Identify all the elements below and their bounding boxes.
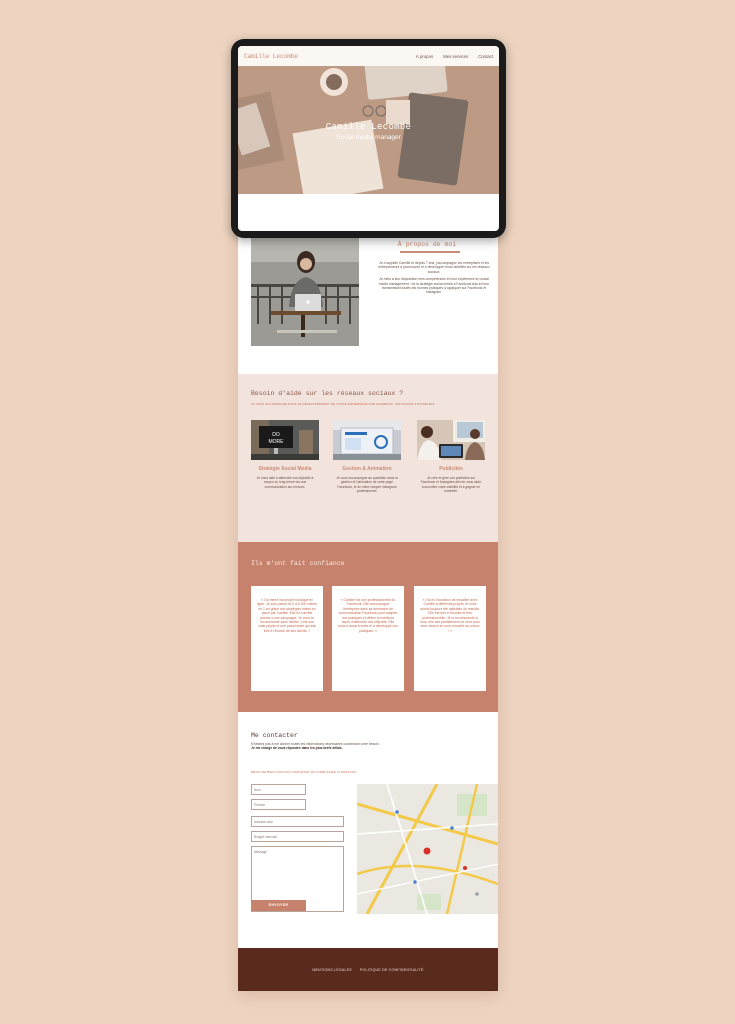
hero-subtitle: Social media manager bbox=[336, 134, 401, 141]
about-title-underline bbox=[400, 251, 460, 253]
service-card: Gestion & Animation Je vous accompagne a… bbox=[333, 420, 401, 494]
testimonials-title: Ils m'ont fait confiance bbox=[251, 560, 345, 567]
hero-title: Camille Lecombe bbox=[325, 122, 412, 132]
testimonials-section: Ils m'ont fait confiance « J'ai mené ma … bbox=[238, 542, 498, 712]
service-desc: Je vous accompagne au quotidien dans la … bbox=[336, 476, 398, 494]
service-desc: Je vous aide à atteindre vos objectifs à… bbox=[256, 476, 314, 489]
services-title: Besoin d'aide sur les réseaux sociaux ? bbox=[251, 390, 404, 397]
budget-field[interactable]: Budget mensuel bbox=[251, 831, 344, 842]
svg-text:DO: DO bbox=[272, 432, 280, 438]
service-name: Stratégie Social Media bbox=[258, 466, 312, 472]
services-section: Besoin d'aide sur les réseaux sociaux ? … bbox=[238, 374, 498, 542]
service-name: Gestion & Animation bbox=[342, 466, 392, 472]
testimonial-text: « J'ai mené ma propre boutique en ligne.… bbox=[257, 598, 317, 633]
footer-link-legal[interactable]: MENTIONS LÉGALES bbox=[312, 968, 352, 972]
hero-banner: Camille Lecombe Social media manager bbox=[238, 66, 499, 194]
nom-field[interactable]: Nom bbox=[251, 784, 306, 795]
service-image-management bbox=[333, 420, 401, 460]
about-paragraph: Je mets à leur disposition mes compétenc… bbox=[378, 277, 490, 295]
tablet-screen: Camille Lecombe À propos Mes services Co… bbox=[238, 46, 499, 231]
contact-title: Me contacter bbox=[251, 732, 298, 739]
service-image-strategy: DO MORE bbox=[251, 420, 319, 460]
service-desc: Je crée et gère vos publicités sur Faceb… bbox=[420, 476, 482, 494]
site-footer: MENTIONS LÉGALES POLITIQUE DE CONFIDENTI… bbox=[238, 948, 498, 991]
nav-link-contact[interactable]: Contact bbox=[478, 54, 493, 59]
prenom-field[interactable]: Prénom bbox=[251, 799, 306, 810]
testimonial-card: « J'ai eu l'occasion de travailler avec … bbox=[414, 586, 486, 691]
nav-link-services[interactable]: Mes services bbox=[443, 54, 468, 59]
about-title: À propos de moi bbox=[397, 241, 457, 248]
contact-intro-text: N'hésitez pas à me donner toutes les inf… bbox=[251, 742, 380, 746]
about-photo bbox=[251, 222, 359, 346]
testimonial-card: « Camille est une professionnelle du Fac… bbox=[332, 586, 404, 691]
send-button[interactable]: ENVOYER bbox=[251, 900, 306, 911]
about-text: Je m'appelle Camille et depuis 7 ans, j'… bbox=[374, 261, 494, 295]
contact-intro: N'hésitez pas à me donner toutes les inf… bbox=[251, 742, 481, 751]
about-paragraph: Je m'appelle Camille et depuis 7 ans, j'… bbox=[378, 261, 490, 274]
footer-link-privacy[interactable]: POLITIQUE DE CONFIDENTIALITÉ bbox=[360, 968, 424, 972]
svg-text:MORE: MORE bbox=[269, 439, 285, 445]
service-image-ads bbox=[417, 420, 485, 460]
testimonial-text: « Camille est une professionnelle du Fac… bbox=[338, 598, 398, 633]
service-card: DO MORE Stratégie Social Media Je vous a… bbox=[251, 420, 319, 489]
service-card: Publicités Je crée et gère vos publicité… bbox=[417, 420, 485, 494]
contact-intro-bold: Je me charge de vous répondre dans les p… bbox=[251, 746, 343, 751]
nav-link-apropos[interactable]: À propos bbox=[416, 54, 433, 59]
contact-form-note: MERCI DE BIEN VOULOIR COMPLÉTER LE FORMU… bbox=[251, 770, 359, 774]
tablet-mockup: Camille Lecombe À propos Mes services Co… bbox=[231, 39, 506, 238]
testimonial-text: « J'ai eu l'occasion de travailler avec … bbox=[420, 598, 480, 633]
email-field[interactable]: Adresse mail bbox=[251, 816, 344, 827]
services-subtitle: JE VOUS ACCOMPAGNE DANS LE DÉVELOPPEMENT… bbox=[251, 402, 436, 406]
site-brand[interactable]: Camille Lecombe bbox=[244, 53, 298, 60]
site-nav: À propos Mes services Contact bbox=[416, 54, 493, 59]
testimonial-card: « J'ai mené ma propre boutique en ligne.… bbox=[251, 586, 323, 691]
location-map[interactable] bbox=[357, 784, 498, 914]
website-page: À propos de moi Je m'appelle Camille et … bbox=[238, 196, 498, 991]
service-name: Publicités bbox=[439, 466, 463, 472]
site-header: Camille Lecombe À propos Mes services Co… bbox=[238, 46, 499, 66]
